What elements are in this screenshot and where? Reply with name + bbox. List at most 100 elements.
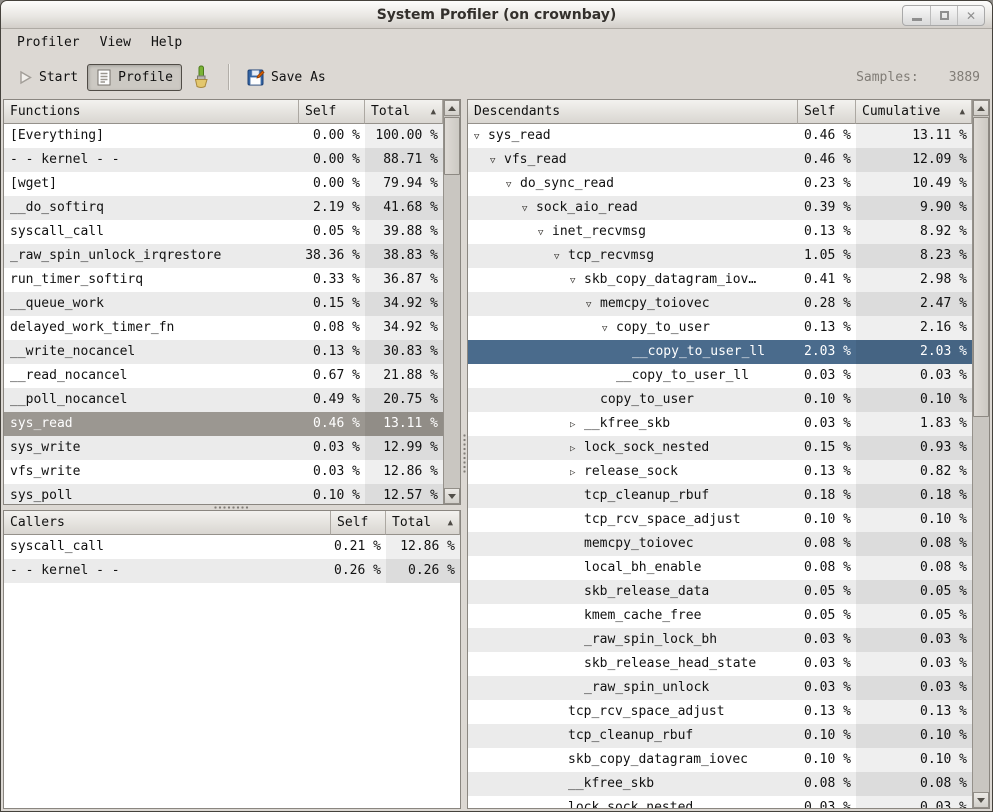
tree-row[interactable]: memcpy_toiovec 0.08 % 0.08 %: [468, 532, 972, 556]
tree-row[interactable]: ▷release_sock 0.13 % 0.82 %: [468, 460, 972, 484]
tree-row[interactable]: ▽copy_to_user 0.13 % 2.16 %: [468, 316, 972, 340]
tree-row[interactable]: _raw_spin_lock_bh 0.03 % 0.03 %: [468, 628, 972, 652]
tree-row[interactable]: skb_release_head_state 0.03 % 0.03 %: [468, 652, 972, 676]
tree-row[interactable]: ▽do_sync_read 0.23 % 10.49 %: [468, 172, 972, 196]
table-row[interactable]: __write_nocancel 0.13 % 30.83 %: [4, 340, 443, 364]
scrollbar-up-button[interactable]: [444, 100, 460, 116]
tree-row[interactable]: kmem_cache_free 0.05 % 0.05 %: [468, 604, 972, 628]
functions-list: [Everything] 0.00 % 100.00 % - - kernel …: [4, 124, 443, 504]
scrollbar-up-button[interactable]: [973, 100, 989, 116]
menu-help[interactable]: Help: [141, 32, 192, 53]
window-titlebar[interactable]: System Profiler (on crownbay) ✕: [1, 1, 992, 29]
column-header-cumulative[interactable]: Cumulative▲: [856, 100, 972, 124]
self-percent: 0.03 %: [299, 460, 365, 484]
expander-icon[interactable]: ▽: [474, 125, 488, 148]
scrollbar-thumb[interactable]: [444, 117, 460, 175]
profile-toggle-button[interactable]: Profile: [87, 64, 182, 91]
expander-icon[interactable]: ▽: [506, 173, 520, 196]
column-header-total[interactable]: Total▲: [365, 100, 443, 124]
expander-icon[interactable]: ▽: [522, 197, 536, 220]
tree-row[interactable]: local_bh_enable 0.08 % 0.08 %: [468, 556, 972, 580]
cumulative-percent: 0.93 %: [856, 436, 972, 460]
expander-icon[interactable]: ▽: [538, 221, 552, 244]
tree-row[interactable]: tcp_cleanup_rbuf 0.10 % 0.10 %: [468, 724, 972, 748]
column-header-self[interactable]: Self: [798, 100, 856, 124]
tree-row[interactable]: ▽sys_read 0.46 % 13.11 %: [468, 124, 972, 148]
table-row[interactable]: sys_write 0.03 % 12.99 %: [4, 436, 443, 460]
tree-row[interactable]: tcp_rcv_space_adjust 0.13 % 0.13 %: [468, 700, 972, 724]
table-row[interactable]: sys_poll 0.10 % 12.57 %: [4, 484, 443, 504]
tree-row[interactable]: ▷__kfree_skb 0.03 % 1.83 %: [468, 412, 972, 436]
column-header-self[interactable]: Self: [331, 511, 386, 535]
tree-row[interactable]: ▽sock_aio_read 0.39 % 9.90 %: [468, 196, 972, 220]
table-row[interactable]: vfs_write 0.03 % 12.86 %: [4, 460, 443, 484]
self-percent: 0.03 %: [798, 796, 856, 808]
self-percent: 0.13 %: [798, 460, 856, 484]
table-row[interactable]: run_timer_softirq 0.33 % 36.87 %: [4, 268, 443, 292]
tree-row[interactable]: copy_to_user 0.10 % 0.10 %: [468, 388, 972, 412]
expander-icon[interactable]: ▷: [570, 413, 584, 436]
expander-icon[interactable]: ▽: [570, 269, 584, 292]
close-button[interactable]: ✕: [957, 6, 984, 25]
functions-scrollbar[interactable]: [443, 100, 460, 504]
column-header-self[interactable]: Self: [299, 100, 365, 124]
table-row[interactable]: - - kernel - - 0.26 % 0.26 %: [4, 559, 460, 583]
table-row[interactable]: __poll_nocancel 0.49 % 20.75 %: [4, 388, 443, 412]
menu-profiler[interactable]: Profiler: [7, 32, 90, 53]
tree-row[interactable]: ▷lock_sock_nested 0.15 % 0.93 %: [468, 436, 972, 460]
tree-name-cell: memcpy_toiovec: [468, 532, 798, 556]
table-row[interactable]: sys_read 0.46 % 13.11 %: [4, 412, 443, 436]
table-row[interactable]: - - kernel - - 0.00 % 88.71 %: [4, 148, 443, 172]
cumulative-percent: 0.03 %: [856, 796, 972, 808]
total-percent: 36.87 %: [365, 268, 443, 292]
table-row[interactable]: syscall_call 0.05 % 39.88 %: [4, 220, 443, 244]
function-name: __kfree_skb: [584, 416, 670, 431]
scrollbar-down-button[interactable]: [444, 488, 460, 504]
tree-row[interactable]: ▽skb_copy_datagram_iov… 0.41 % 2.98 %: [468, 268, 972, 292]
column-header-total[interactable]: Total▲: [386, 511, 460, 535]
save-as-button[interactable]: Save As: [238, 63, 335, 91]
maximize-button[interactable]: [930, 6, 957, 25]
tree-row[interactable]: ▽memcpy_toiovec 0.28 % 2.47 %: [468, 292, 972, 316]
minimize-button[interactable]: [903, 6, 930, 25]
column-header-functions[interactable]: Functions: [4, 100, 299, 124]
expander-icon[interactable]: ▷: [570, 461, 584, 484]
column-header-descendants[interactable]: Descendants: [468, 100, 798, 124]
expander-icon[interactable]: ▽: [602, 317, 616, 340]
tree-name-cell: tcp_cleanup_rbuf: [468, 724, 798, 748]
tree-row[interactable]: ▽vfs_read 0.46 % 12.09 %: [468, 148, 972, 172]
menu-view[interactable]: View: [90, 32, 141, 53]
table-row[interactable]: __do_softirq 2.19 % 41.68 %: [4, 196, 443, 220]
expander-icon[interactable]: ▽: [586, 293, 600, 316]
table-row[interactable]: _raw_spin_unlock_irqrestore 38.36 % 38.8…: [4, 244, 443, 268]
tree-row[interactable]: skb_copy_datagram_iovec 0.10 % 0.10 %: [468, 748, 972, 772]
descendants-scrollbar[interactable]: [972, 100, 989, 808]
table-row[interactable]: [wget] 0.00 % 79.94 %: [4, 172, 443, 196]
table-row[interactable]: delayed_work_timer_fn 0.08 % 34.92 %: [4, 316, 443, 340]
expander-icon[interactable]: ▽: [554, 245, 568, 268]
start-button[interactable]: Start: [9, 65, 87, 90]
column-header-callers[interactable]: Callers: [4, 511, 331, 535]
expander-icon[interactable]: ▽: [490, 149, 504, 172]
table-row[interactable]: [Everything] 0.00 % 100.00 %: [4, 124, 443, 148]
tree-row[interactable]: __copy_to_user_ll 2.03 % 2.03 %: [468, 340, 972, 364]
reset-button[interactable]: [182, 60, 220, 95]
scrollbar-thumb[interactable]: [973, 117, 989, 417]
table-row[interactable]: __read_nocancel 0.67 % 21.88 %: [4, 364, 443, 388]
tree-row[interactable]: skb_release_data 0.05 % 0.05 %: [468, 580, 972, 604]
tree-row[interactable]: __copy_to_user_ll 0.03 % 0.03 %: [468, 364, 972, 388]
expander-icon[interactable]: ▷: [570, 437, 584, 460]
tree-row[interactable]: ▽tcp_recvmsg 1.05 % 8.23 %: [468, 244, 972, 268]
function-name: kmem_cache_free: [584, 608, 701, 623]
tree-row[interactable]: ▽inet_recvmsg 0.13 % 8.92 %: [468, 220, 972, 244]
tree-row[interactable]: _raw_spin_unlock 0.03 % 0.03 %: [468, 676, 972, 700]
tree-row[interactable]: tcp_rcv_space_adjust 0.10 % 0.10 %: [468, 508, 972, 532]
table-row[interactable]: syscall_call 0.21 % 12.86 %: [4, 535, 460, 559]
tree-row[interactable]: tcp_cleanup_rbuf 0.18 % 0.18 %: [468, 484, 972, 508]
tree-row[interactable]: lock_sock_nested 0.03 % 0.03 %: [468, 796, 972, 808]
function-name: lock_sock_nested: [584, 440, 709, 455]
table-row[interactable]: __queue_work 0.15 % 34.92 %: [4, 292, 443, 316]
scrollbar-down-button[interactable]: [973, 792, 989, 808]
tree-row[interactable]: __kfree_skb 0.08 % 0.08 %: [468, 772, 972, 796]
function-name: skb_release_head_state: [584, 656, 756, 671]
